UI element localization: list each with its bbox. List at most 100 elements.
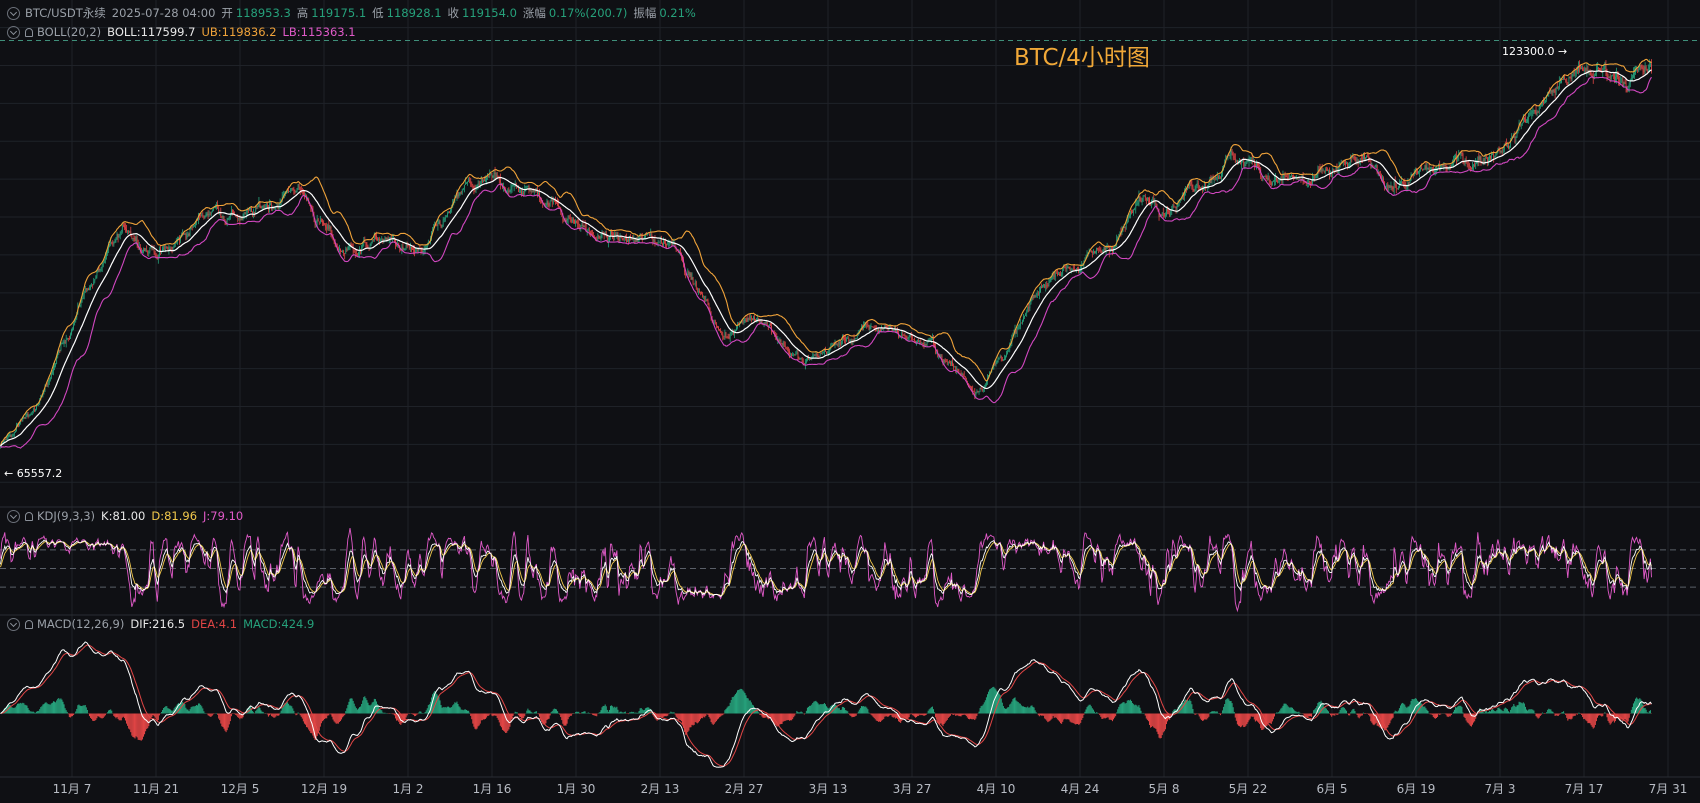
macd-hist-bar [475,713,477,730]
boll-alert-bell-icon[interactable] [25,27,33,37]
macd-hist-bar [1607,713,1609,721]
candle-body [159,248,160,256]
collapse-chevron-icon[interactable] [7,6,20,20]
macd-hist-bar [1087,705,1089,714]
macd-hist-bar [596,713,598,717]
macd-hist-bar [908,713,910,718]
time-axis[interactable]: 11月 7 11月 21 12月 5 12月 19 1月 2 1月 16 1月 30 2月 1… [0,778,1700,803]
macd-hist-bar [695,713,697,723]
candle-body [973,390,975,392]
macd-hist-bar [912,713,914,716]
macd-hist-bar [1502,711,1504,714]
candle-body [1402,181,1403,183]
candle-body [261,207,263,209]
kdj-alert-bell-icon[interactable] [25,511,33,521]
macd-hist-bar [620,711,622,714]
macd-hist-bar [1055,713,1057,718]
candle-body [495,173,497,174]
candle-body [1472,165,1473,170]
macd-hist-bar [93,713,95,722]
macd-hist-bar [291,706,293,714]
candle-body [790,353,791,355]
macd-hist-bar [1407,706,1409,714]
x-tick-label: 2月 13 [640,782,680,796]
candle-body [116,233,118,240]
candle-body [854,338,856,341]
macd-name[interactable]: MACD(12,26,9) [37,617,124,631]
macd-alert-bell-icon[interactable] [25,619,33,629]
macd-hist-bar [1488,710,1490,714]
macd-hist-bar [1195,713,1197,715]
macd-hist-bar [1549,709,1551,714]
kdj-collapse-chevron-icon[interactable] [7,509,20,523]
candle-body [1072,268,1074,270]
candle-body [1313,176,1315,179]
candle-body [1166,208,1167,216]
candle-body [929,339,931,341]
candle-body [1620,81,1622,83]
macd-collapse-chevron-icon[interactable] [7,617,20,631]
macd-hist-bar [303,713,305,724]
macd-hist-bar [1193,712,1195,714]
candle-body [1245,163,1247,165]
candle-body [483,180,484,182]
macd-hist-bar [979,708,981,714]
candle-body [583,225,585,227]
macd-hist-bar [950,713,953,715]
candle-body [765,322,767,324]
candle-body [437,223,439,226]
macd-hist-bar [1188,700,1190,714]
candle-body [98,268,100,271]
candle-body [652,238,654,242]
macd-hist-bar [1353,708,1355,714]
macd-hist-bar [439,700,441,714]
macd-hist-bar [555,709,558,714]
candle-body [1617,74,1618,78]
candle-body [1417,171,1418,173]
candle-body [1102,249,1104,253]
chart-canvas[interactable] [0,0,1700,803]
macd-hist-bar [220,713,222,724]
candle-body [1273,181,1274,183]
candle-body [1325,169,1327,171]
macd-hist-bar [46,703,48,714]
macd-hist-bar [506,713,508,733]
x-tick-label: 5月 8 [1148,782,1180,796]
boll-collapse-chevron-icon[interactable] [7,25,20,39]
macd-hist-bar [746,697,748,714]
macd-hist-bar [413,713,415,715]
macd-hist-bar [468,710,470,714]
macd-hist-bar [1423,706,1425,714]
macd-hist-bar [1085,709,1087,714]
macd-hist-bar [1343,707,1345,714]
candle-body [59,349,61,351]
candle-body [597,235,599,240]
macd-hist-bar [76,708,78,714]
candle-body [995,362,997,365]
candle-body [440,224,442,228]
macd-hist-bar [1509,712,1511,714]
macd-hist-bar [748,700,750,714]
candle-body [871,326,873,328]
x-tick-label: 12月 19 [300,782,348,796]
macd-hist-bar [1106,713,1108,718]
candle-body [742,320,744,322]
macd-hist-bar [414,713,416,717]
macd-hist-bar [761,713,763,717]
candle-body [201,215,203,217]
macd-hist-bar [758,712,760,714]
candle-body [610,230,611,236]
candle-body [1426,168,1428,170]
candle-body [827,352,828,354]
macd-hist-bar [864,706,866,714]
macd-hist-bar [1592,713,1594,729]
candle-body [205,213,207,217]
macd-hist-bar [1284,703,1286,714]
macd-hist-bar [253,712,255,714]
macd-hist-bar [1140,710,1142,714]
macd-hist-bar [545,713,547,724]
macd-hist-bar [461,709,463,714]
kdj-name[interactable]: KDJ(9,3,3) [37,509,95,523]
boll-name[interactable]: BOLL(20,2) [37,25,101,39]
macd-hist-bar [13,707,15,714]
